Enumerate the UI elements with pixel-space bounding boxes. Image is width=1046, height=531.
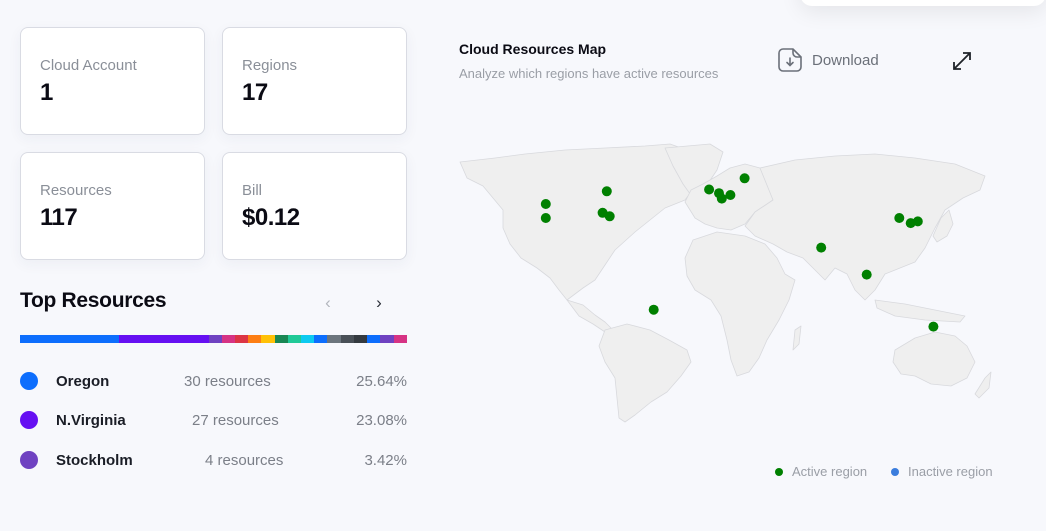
landmass-south-america — [598, 323, 692, 423]
chevron-right-icon[interactable]: › — [369, 293, 389, 313]
resource-percent: 25.64% — [356, 373, 407, 390]
bar-segment — [119, 335, 209, 343]
active-region-marker[interactable]: Canada Central — [601, 186, 612, 197]
bar-segment — [261, 335, 275, 343]
landmass-indonesia — [874, 299, 966, 323]
color-dot — [20, 451, 38, 469]
active-region-marker[interactable]: Frankfurt — [725, 190, 736, 200]
bar-segment — [367, 335, 381, 343]
resource-row-oregon[interactable]: Oregon 30 resources 25.64% — [20, 369, 407, 393]
stat-card-cloud-account: Cloud Account 1 — [20, 27, 205, 135]
color-dot — [20, 411, 38, 429]
legend-label: Active region — [792, 464, 868, 479]
active-region-marker[interactable]: Sydney — [928, 321, 939, 332]
download-button[interactable]: Download — [777, 47, 879, 73]
active-region-marker[interactable]: Stockholm — [739, 173, 750, 184]
bar-segment — [20, 335, 120, 343]
landmass-new-zealand — [974, 371, 992, 399]
bar-segment — [327, 335, 341, 343]
landmass-central-america — [566, 299, 614, 333]
bar-segment — [380, 335, 394, 343]
resource-distribution-bar — [20, 335, 407, 343]
top-resources-title: Top Resources — [20, 289, 167, 312]
region-name: Stockholm — [56, 452, 133, 469]
bar-segment — [301, 335, 315, 343]
stat-value: 1 — [40, 79, 53, 106]
active-dot-icon — [775, 467, 783, 476]
active-region-marker[interactable]: Singapore — [861, 269, 872, 280]
active-region-marker[interactable]: Paris — [716, 193, 727, 204]
bar-segment — [248, 335, 262, 343]
stat-label: Cloud Account — [40, 57, 137, 74]
popover-shadow — [800, 0, 1046, 6]
resource-percent: 23.08% — [356, 412, 407, 429]
stat-card-bill: Bill $0.12 — [222, 152, 407, 260]
bar-segment — [234, 335, 249, 343]
stat-value: 17 — [242, 79, 268, 106]
download-file-icon — [778, 48, 802, 72]
landmass-africa — [684, 231, 796, 377]
active-region-marker[interactable]: Sao Paulo — [648, 304, 659, 315]
resource-count: 27 resources — [192, 412, 279, 429]
stat-value: 117 — [40, 204, 78, 231]
legend-active: Active region — [775, 464, 867, 479]
color-dot — [20, 372, 38, 390]
region-name: N.Virginia — [56, 412, 126, 429]
map-title: Cloud Resources Map — [459, 41, 607, 57]
active-region-marker[interactable]: Tokyo — [912, 216, 923, 227]
active-region-marker[interactable]: Oregon — [540, 199, 551, 209]
stat-card-regions: Regions 17 — [222, 27, 407, 135]
landmass-australia — [892, 331, 976, 387]
active-region-marker[interactable]: Seoul — [894, 213, 905, 223]
download-label: Download — [812, 51, 879, 69]
legend-label: Inactive region — [908, 464, 993, 479]
stat-label: Resources — [40, 182, 112, 199]
bar-segment — [287, 335, 302, 343]
legend-inactive: Inactive region — [891, 464, 993, 479]
expand-icon[interactable] — [951, 50, 973, 72]
resource-percent: 3.42% — [364, 452, 407, 469]
bar-segment — [221, 335, 235, 343]
stat-value: $0.12 — [242, 204, 300, 231]
world-map[interactable]: Canada CentralOregonN.CaliforniaOhioN.Vi… — [455, 140, 1015, 430]
bar-segment — [393, 335, 407, 343]
resource-row-n-virginia[interactable]: N.Virginia 27 resources 23.08% — [20, 408, 407, 432]
stat-card-resources: Resources 117 — [20, 152, 205, 260]
map-subtitle: Analyze which regions have active resour… — [459, 66, 719, 81]
stat-label: Bill — [242, 182, 263, 199]
bar-segment — [340, 335, 354, 343]
resource-count: 30 resources — [184, 373, 271, 390]
landmass-north-america — [459, 143, 698, 301]
region-name: Oregon — [56, 373, 110, 390]
bar-segment — [274, 335, 288, 343]
bar-segment — [353, 335, 368, 343]
bar-segment — [314, 335, 328, 343]
active-region-marker[interactable]: Ireland — [704, 184, 715, 195]
inactive-dot-icon — [891, 467, 899, 476]
active-region-marker[interactable]: N.California — [540, 213, 551, 223]
bar-segment — [208, 335, 222, 343]
landmass-madagascar — [792, 325, 802, 351]
active-region-marker[interactable]: Mumbai — [816, 242, 827, 253]
chevron-left-icon[interactable]: ‹ — [318, 293, 338, 313]
resource-row-stockholm[interactable]: Stockholm 4 resources 3.42% — [20, 448, 407, 472]
stat-label: Regions — [242, 57, 298, 74]
resource-count: 4 resources — [205, 452, 284, 469]
active-region-marker[interactable]: N.Virginia — [604, 211, 615, 222]
